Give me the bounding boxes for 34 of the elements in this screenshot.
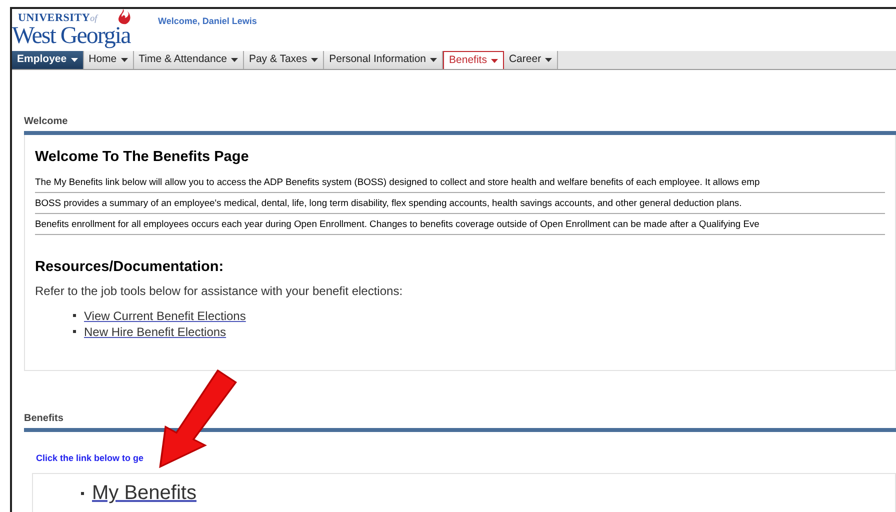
caret-icon xyxy=(311,58,318,62)
document-link[interactable]: View Current Benefit Elections xyxy=(84,308,246,324)
section-title: Benefits xyxy=(24,412,64,426)
nav-tab[interactable]: Pay & Taxes xyxy=(244,51,324,69)
paragraph: The My Benefits link below will allow you to access the ADP Benefits system (BOSS) designed to collect and store health and welfare benefits of each employee. It allows emp xyxy=(35,172,885,193)
paragraph: BOSS provides a summary of an employee's medical, dental, life, long term disability, flex spending accounts, health savings accounts, and other general deduction plans. xyxy=(35,192,885,214)
bullet-icon xyxy=(73,314,76,318)
flame-icon xyxy=(117,9,131,25)
nav-tab[interactable]: Personal Information xyxy=(324,51,444,69)
role-menu[interactable]: Employee xyxy=(12,51,84,69)
benefits-link[interactable]: My Benefits xyxy=(92,480,196,506)
logo-text: UNIVERSITY xyxy=(18,13,90,24)
caret-icon xyxy=(120,58,128,62)
resources-heading: Resources/Documentation: xyxy=(35,258,225,278)
paragraph: Benefits enrollment for all employees occurs each year during Open Enrollment. Changes to benefits coverage outside of Open Enrollment can be made after a Qualifying Eve xyxy=(35,214,885,236)
caret-icon xyxy=(430,58,438,62)
caret-icon xyxy=(70,58,78,62)
nav-tab[interactable]: Benefits xyxy=(443,51,504,69)
caret-icon xyxy=(230,58,238,62)
bullet-icon xyxy=(81,492,84,495)
page-heading: Welcome To The Benefits Page xyxy=(35,148,250,167)
document-link[interactable]: New Hire Benefit Elections xyxy=(84,324,226,340)
bullet-icon xyxy=(73,330,76,334)
logo-text: West Georgia xyxy=(12,24,132,48)
caret-icon xyxy=(490,58,498,62)
caret-icon xyxy=(545,58,552,62)
logo-text: of xyxy=(90,13,98,23)
welcome-text: Welcome, Daniel Lewis xyxy=(158,15,257,28)
instruction-text: Click the link below to ge xyxy=(36,452,145,465)
nav-tab[interactable]: Home xyxy=(84,51,134,69)
section-title: Welcome xyxy=(24,115,69,129)
intro-text: Refer to the job tools below for assistance with your benefit elections: xyxy=(35,282,404,300)
nav-tab[interactable]: Time & Attendance xyxy=(134,51,244,69)
nav-tab[interactable]: Career xyxy=(504,51,558,69)
